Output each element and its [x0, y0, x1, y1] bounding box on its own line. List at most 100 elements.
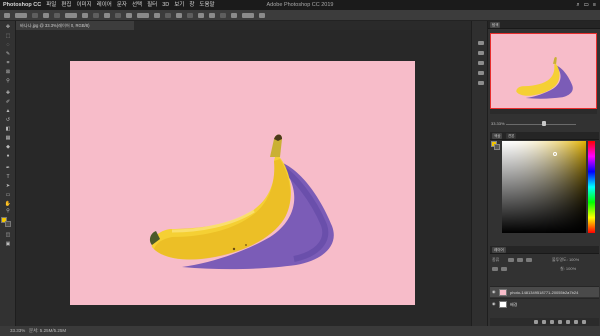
history-brush-icon[interactable]: ↺	[4, 118, 12, 123]
adjustments-panel-icon[interactable]	[478, 61, 484, 65]
option-9[interactable]	[126, 12, 132, 18]
home-icon[interactable]	[4, 12, 10, 18]
zoom-tool-icon[interactable]: ⚲	[4, 209, 12, 214]
option-4[interactable]	[65, 12, 77, 18]
layer-name[interactable]: photo-1481349518771-20055b2a7b24	[510, 288, 578, 297]
frame-tool-icon[interactable]: ⊠	[4, 70, 12, 75]
tool-preset-picker[interactable]	[15, 12, 27, 18]
trash-icon[interactable]	[582, 320, 586, 324]
brush-tool-icon[interactable]: ✐	[4, 100, 12, 105]
adjustment-layer-icon[interactable]	[558, 320, 562, 324]
eraser-tool-icon[interactable]: ◧	[4, 127, 12, 132]
option-15[interactable]	[198, 12, 204, 18]
option-3[interactable]	[54, 12, 60, 18]
eyedropper-tool-icon[interactable]: ⚲	[4, 79, 12, 84]
background-color-swatch[interactable]	[5, 221, 11, 227]
lock-position-icon[interactable]	[501, 267, 507, 271]
doc-info[interactable]: 문서: 5.25M/5.25M	[29, 328, 66, 333]
navigator-thumbnail[interactable]	[490, 33, 597, 109]
color-panel-background[interactable]	[494, 144, 500, 150]
type-tool-icon[interactable]: T	[4, 175, 12, 180]
hand-tool-icon[interactable]: ✋	[4, 202, 12, 207]
option-11[interactable]	[154, 12, 160, 18]
navigator-zoom-value[interactable]: 33.33%	[491, 121, 505, 126]
navigator-preview[interactable]	[490, 33, 597, 114]
color-picker-dot[interactable]	[553, 152, 557, 156]
option-18[interactable]	[231, 12, 237, 18]
add-mask-icon[interactable]	[550, 320, 554, 324]
filter-adjust-icon[interactable]	[517, 258, 523, 262]
layer-controls: 종류 불투명도: 100% 칠: 100%	[490, 255, 599, 275]
saturation-brightness-field[interactable]	[502, 141, 586, 233]
hue-slider[interactable]	[588, 141, 595, 233]
move-tool-icon[interactable]: ✥	[4, 25, 12, 30]
zoom-readout[interactable]: 33.33%	[10, 328, 25, 333]
path-select-icon[interactable]: ➤	[4, 184, 12, 189]
visibility-eye-icon[interactable]: ◉	[492, 302, 496, 306]
rectangle-tool-icon[interactable]: ▭	[4, 193, 12, 198]
menu-icon[interactable]: ≡	[593, 0, 596, 10]
tab-layers[interactable]: 레이어	[492, 247, 506, 253]
layer-thumbnail	[499, 301, 507, 308]
filter-pixel-icon[interactable]	[508, 258, 514, 262]
lock-pixels-icon[interactable]	[492, 267, 498, 271]
option-7[interactable]	[104, 12, 110, 18]
option-10[interactable]	[137, 12, 149, 18]
canvas-area[interactable]	[16, 30, 471, 326]
dodge-tool-icon[interactable]: ●	[4, 154, 12, 159]
tab-navigator[interactable]: 탐색	[490, 22, 501, 28]
quick-select-tool-icon[interactable]: ✎	[4, 52, 12, 57]
layer-name[interactable]: 배경	[510, 300, 517, 309]
opacity-field[interactable]: 불투명도: 100%	[552, 257, 579, 263]
tab-swatches[interactable]: 견본	[506, 133, 517, 139]
character-panel-icon[interactable]	[478, 81, 484, 85]
pen-tool-icon[interactable]: ✒	[4, 166, 12, 171]
option-17[interactable]	[220, 12, 226, 18]
fill-field[interactable]: 칠: 100%	[560, 266, 576, 272]
layer-row-photo[interactable]: ◉ photo-1481349518771-20055b2a7b24	[490, 286, 599, 297]
option-2[interactable]	[43, 12, 49, 18]
tab-color[interactable]: 색상	[492, 133, 503, 139]
healing-brush-icon[interactable]: ✚	[4, 91, 12, 96]
properties-panel-icon[interactable]	[478, 51, 484, 55]
color-panel-header: 색상 견본	[490, 132, 599, 140]
screen-mode-icon[interactable]: ▣	[4, 242, 12, 247]
option-8[interactable]	[115, 12, 121, 18]
option-16[interactable]	[209, 12, 215, 18]
option-20[interactable]	[259, 12, 265, 18]
new-layer-icon[interactable]	[574, 320, 578, 324]
document-tab-bar: 바나나.jpg @ 33.3%(레이어 0, RGB/8)	[16, 21, 471, 30]
crop-tool-icon[interactable]: ⌗	[4, 61, 12, 66]
layer-filter-kind[interactable]: 종류	[492, 257, 499, 263]
window-title: Adobe Photoshop CC 2019	[266, 2, 334, 8]
zoom-slider-knob[interactable]	[542, 121, 546, 126]
quick-mask-icon[interactable]: ◫	[4, 233, 12, 238]
marquee-tool-icon[interactable]: ⬚	[4, 34, 12, 39]
document-canvas[interactable]	[70, 61, 415, 305]
option-19[interactable]	[242, 12, 254, 18]
right-panels: 탐색 33.33% 색상 견본 레이어 종류 불투명도: 100% 칠: 100…	[488, 21, 600, 326]
window-icon[interactable]: ▭	[584, 0, 589, 10]
link-layers-icon[interactable]	[534, 320, 538, 324]
option-12[interactable]	[165, 12, 171, 18]
new-group-icon[interactable]	[566, 320, 570, 324]
gradient-tool-icon[interactable]: ▦	[4, 136, 12, 141]
brush-panel-icon[interactable]	[478, 71, 484, 75]
option-1[interactable]	[32, 12, 38, 18]
blur-tool-icon[interactable]: ◆	[4, 145, 12, 150]
search-icon[interactable]: ⌕	[576, 0, 579, 10]
option-14[interactable]	[187, 12, 193, 18]
history-panel-icon[interactable]	[478, 41, 484, 45]
zoom-slider-track[interactable]	[506, 124, 576, 125]
lasso-tool-icon[interactable]: ◌	[4, 43, 12, 48]
option-13[interactable]	[176, 12, 182, 18]
fx-icon[interactable]	[542, 320, 546, 324]
tools-panel: ✥ ⬚ ◌ ✎ ⌗ ⊠ ⚲ ✚ ✐ ▲ ↺ ◧ ▦ ◆ ● ✒ T ➤ ▭ ✋ …	[0, 21, 16, 326]
visibility-eye-icon[interactable]: ◉	[492, 290, 496, 294]
option-5[interactable]	[82, 12, 88, 18]
filter-type-icon[interactable]	[526, 258, 532, 262]
document-tab[interactable]: 바나나.jpg @ 33.3%(레이어 0, RGB/8)	[16, 21, 134, 30]
layer-row-background[interactable]: ◉ 배경	[490, 298, 599, 309]
option-6[interactable]	[93, 12, 99, 18]
stamp-tool-icon[interactable]: ▲	[4, 109, 12, 114]
